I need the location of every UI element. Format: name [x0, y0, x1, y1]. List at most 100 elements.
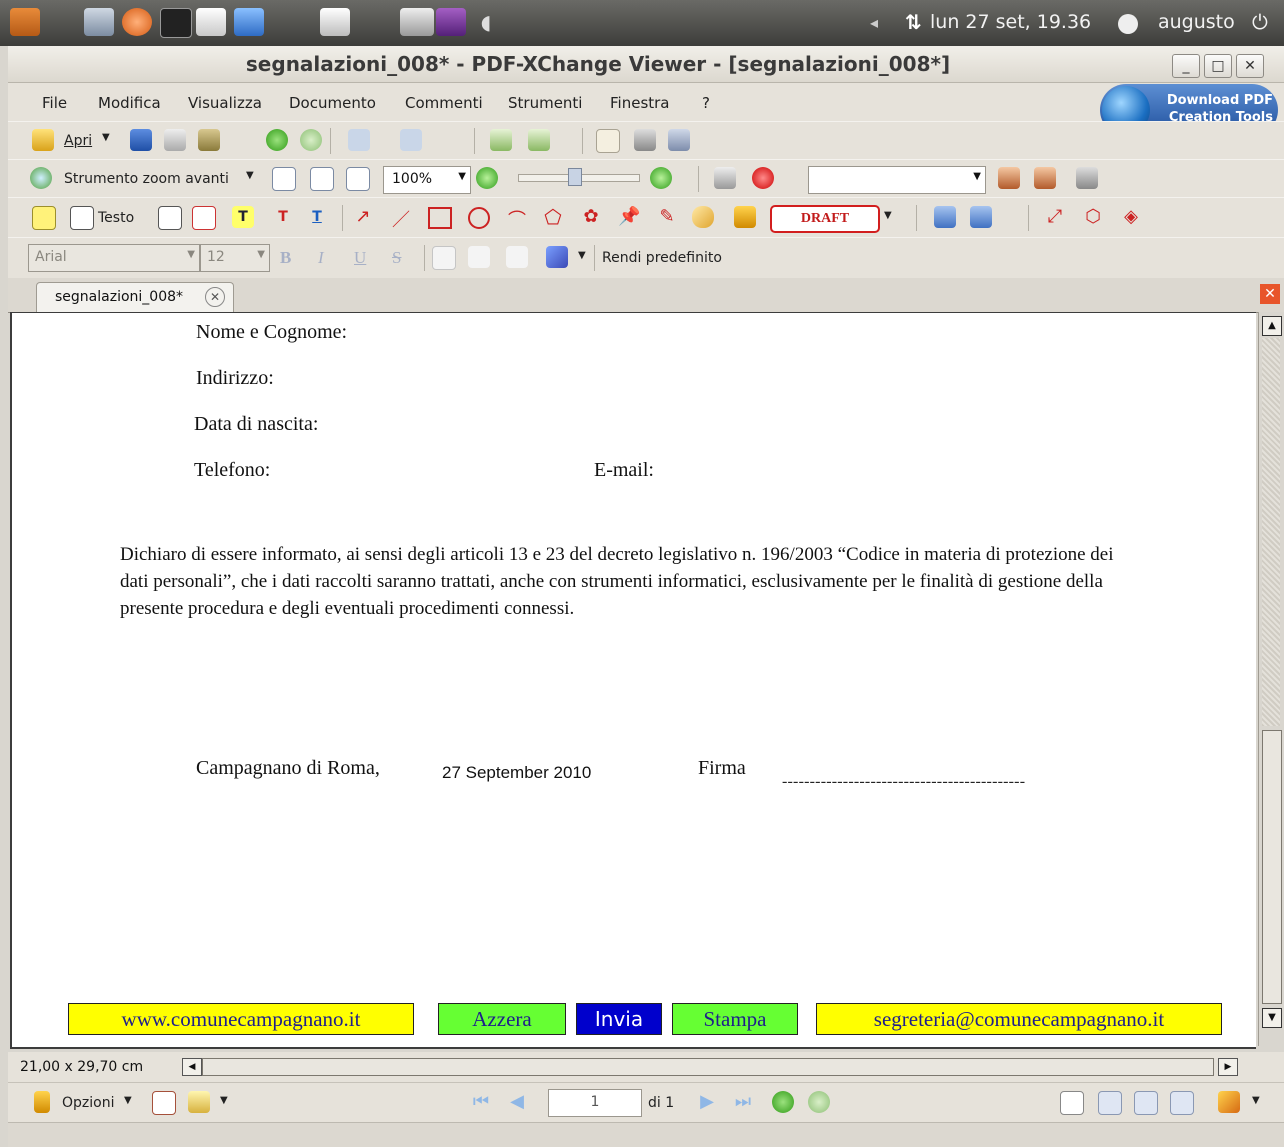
tab-close-icon[interactable]: ✕ — [205, 287, 225, 307]
zoom-in-tool-icon[interactable] — [30, 167, 52, 189]
minimize-button[interactable]: _ — [1172, 54, 1200, 78]
zoom-select[interactable]: 100% ▼ — [383, 166, 471, 194]
search-dropdown-icon[interactable]: ▼ — [973, 171, 981, 182]
scroll-thumb[interactable] — [1262, 730, 1282, 1004]
options-flag-icon[interactable] — [34, 1091, 50, 1113]
menu-document[interactable]: Documento — [289, 94, 376, 112]
align-center-icon[interactable] — [468, 246, 490, 268]
network-icon[interactable]: ⇅ — [905, 10, 922, 34]
back-icon[interactable] — [266, 129, 288, 151]
next-view-icon[interactable] — [808, 1091, 830, 1113]
attach-sound-icon[interactable] — [970, 206, 992, 228]
open-dropdown-icon[interactable]: ▼ — [102, 132, 110, 143]
scroll-right-icon[interactable]: ▶ — [1218, 1058, 1238, 1076]
comments-panel-icon[interactable] — [188, 1091, 210, 1113]
power-icon[interactable]: ⏻ — [1252, 10, 1268, 34]
ellipse-icon[interactable] — [468, 207, 490, 229]
volume-icon[interactable]: ◖ — [474, 8, 498, 36]
underline-format-icon[interactable]: U — [354, 248, 366, 268]
next-page-icon[interactable]: ▶ — [696, 1091, 718, 1113]
browser-icon[interactable] — [122, 8, 152, 36]
cloud-icon[interactable]: ✿ — [580, 206, 602, 228]
eraser-icon[interactable] — [692, 206, 714, 228]
close-button[interactable]: ✕ — [1236, 54, 1264, 78]
rotate-right-icon[interactable] — [528, 129, 550, 151]
stamp-dropdown-icon[interactable]: ▼ — [884, 210, 892, 221]
single-page-icon[interactable] — [1060, 1091, 1084, 1115]
text-tool-label[interactable]: Testo — [98, 210, 134, 226]
zoom-in-icon[interactable] — [650, 167, 672, 189]
send-button[interactable]: Invia — [576, 1003, 662, 1035]
facing-icon[interactable] — [1134, 1091, 1158, 1115]
draft-stamp-button[interactable]: DRAFT — [770, 205, 880, 233]
vertical-scrollbar[interactable]: ▲ ▼ — [1258, 312, 1284, 1046]
perimeter-icon[interactable]: ⬡ — [1082, 206, 1104, 228]
arrow-icon[interactable]: ↗ — [352, 206, 374, 228]
user-name[interactable]: augusto — [1158, 11, 1235, 33]
pin-icon[interactable]: 📌 — [618, 206, 640, 228]
redo-icon[interactable] — [400, 129, 422, 151]
polyline-icon[interactable]: ⌒ — [506, 206, 528, 231]
text-box-icon[interactable] — [70, 206, 94, 230]
menu-help[interactable]: ? — [702, 94, 710, 112]
undo-icon[interactable] — [348, 129, 370, 151]
panels-dropdown-icon[interactable]: ▼ — [220, 1095, 228, 1106]
scroll-up-icon[interactable]: ▲ — [1262, 316, 1282, 336]
date-field[interactable]: 27 September 2010 — [442, 763, 591, 783]
bold-icon[interactable]: B — [280, 248, 291, 268]
font-size-select[interactable]: 12 ▼ — [200, 244, 270, 272]
font-select[interactable]: Arial ▼ — [28, 244, 200, 272]
notes-icon[interactable] — [320, 8, 350, 36]
system-monitor-icon[interactable] — [84, 8, 114, 36]
rotate-left-icon[interactable] — [490, 129, 512, 151]
zoom-out-icon[interactable] — [476, 167, 498, 189]
terminal-icon[interactable] — [160, 8, 192, 38]
zoom-tool-dropdown-icon[interactable]: ▼ — [246, 170, 254, 181]
menu-tools[interactable]: Strumenti — [508, 94, 582, 112]
maximize-button[interactable]: □ — [1204, 54, 1232, 78]
search-web-icon[interactable] — [752, 167, 774, 189]
highlight-icon[interactable]: T — [232, 206, 254, 228]
menu-window[interactable]: Finestra — [610, 94, 670, 112]
last-page-icon[interactable]: ⏭ — [732, 1091, 754, 1113]
find-next-icon[interactable] — [1034, 167, 1056, 189]
polygon-icon[interactable]: ⬠ — [542, 206, 564, 228]
text-editor-icon[interactable] — [196, 8, 226, 36]
find-icon[interactable] — [714, 167, 736, 189]
callout-icon[interactable] — [158, 206, 182, 230]
menu-edit[interactable]: Modifica — [98, 94, 161, 112]
scroll-left-icon[interactable]: ◀ — [182, 1058, 202, 1076]
email-button[interactable]: segreteria@comunecampagnano.it — [816, 1003, 1222, 1035]
speaker-icon[interactable]: ◂ — [870, 13, 878, 32]
strikethrough-icon[interactable]: S — [392, 248, 401, 268]
font-size-dropdown-icon[interactable]: ▼ — [257, 249, 265, 260]
website-button[interactable]: www.comunecampagnano.it — [68, 1003, 414, 1035]
open-folder-icon[interactable] — [32, 129, 54, 151]
previous-view-icon[interactable] — [772, 1091, 794, 1113]
menu-view[interactable]: Visualizza — [188, 94, 262, 112]
note-icon[interactable] — [32, 206, 56, 230]
distance-icon[interactable]: ⤢ — [1044, 206, 1066, 228]
tab-segnalazioni[interactable]: segnalazioni_008* ✕ — [36, 282, 234, 313]
menu-file[interactable]: File — [42, 94, 67, 112]
align-right-icon[interactable] — [506, 246, 528, 268]
bookmarks-panel-icon[interactable] — [152, 1091, 176, 1115]
options-button[interactable]: Opzioni — [62, 1095, 114, 1111]
open-button[interactable]: Apri — [64, 133, 92, 149]
reset-button[interactable]: Azzera — [438, 1003, 566, 1035]
scroll-track[interactable] — [1262, 338, 1280, 726]
align-left-icon[interactable] — [432, 246, 456, 270]
zoom-slider-thumb[interactable] — [568, 168, 582, 186]
print-form-button[interactable]: Stampa — [672, 1003, 798, 1035]
close-document-icon[interactable]: ✕ — [1260, 284, 1280, 304]
scanner-icon[interactable] — [400, 8, 434, 36]
window-titlebar[interactable]: segnalazioni_008* - PDF-XChange Viewer -… — [8, 46, 1284, 83]
clock[interactable]: lun 27 set, 19.36 — [930, 11, 1091, 33]
page-number-input[interactable]: 1 — [548, 1089, 642, 1117]
attach-file-icon[interactable] — [934, 206, 956, 228]
pencil-icon[interactable]: ✎ — [656, 206, 678, 228]
home-folder-icon[interactable] — [10, 8, 40, 36]
continuous-icon[interactable] — [1098, 1091, 1122, 1115]
print-icon[interactable] — [164, 129, 186, 151]
display-icon[interactable] — [436, 8, 466, 36]
